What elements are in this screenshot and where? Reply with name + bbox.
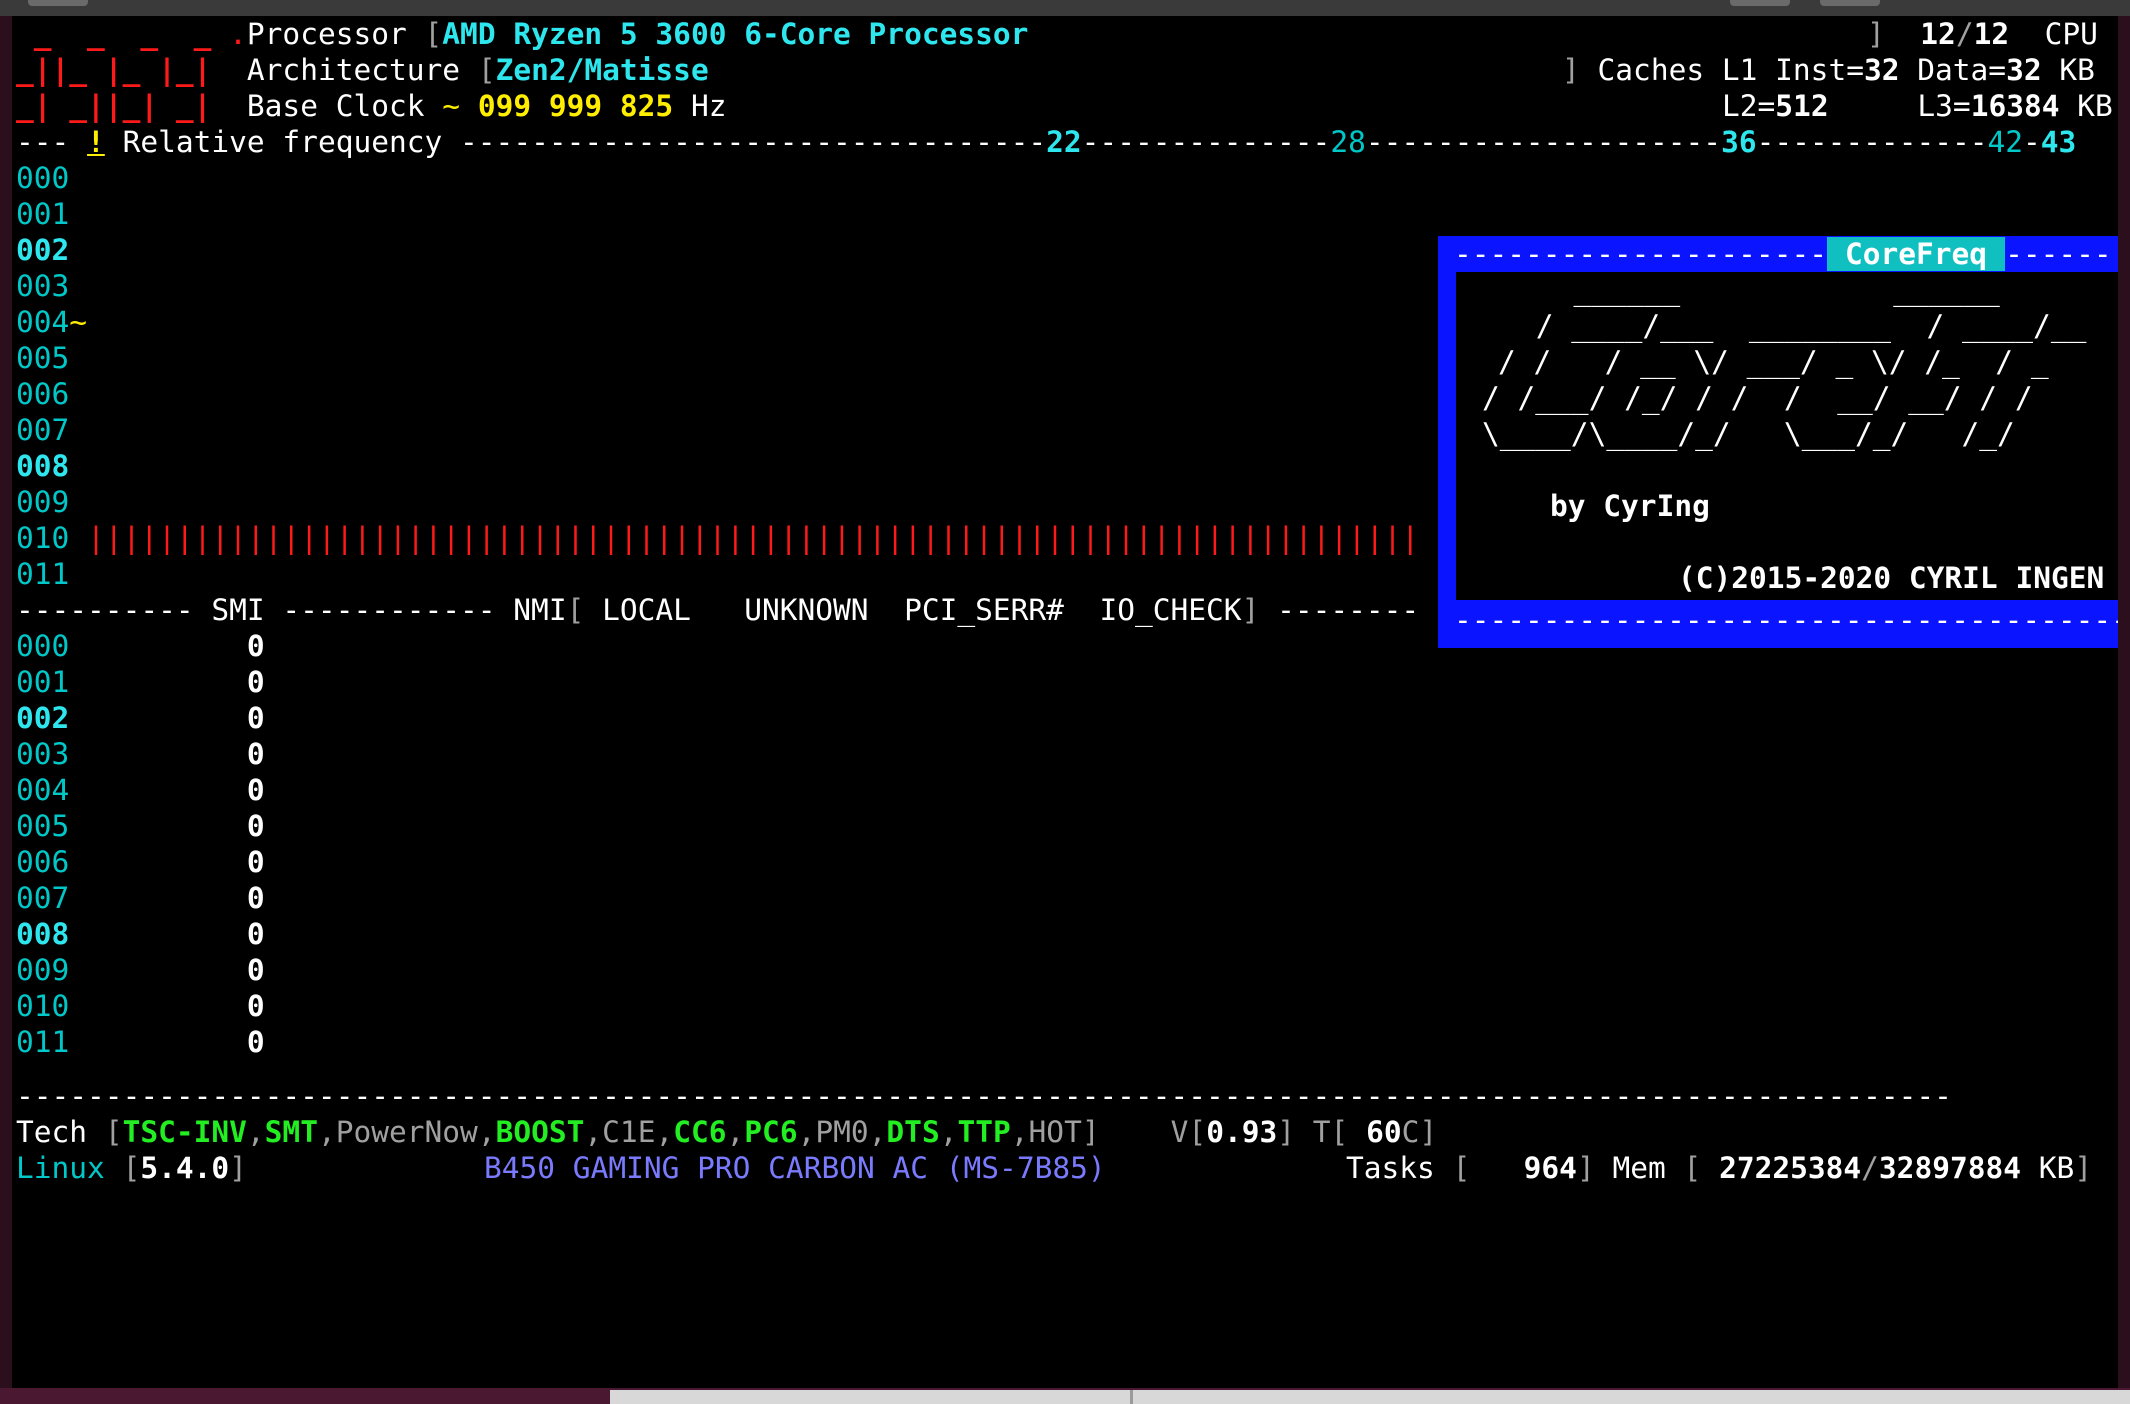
footer-separator: ----------------------------------------…	[16, 1079, 1952, 1113]
window-control[interactable]	[28, 0, 88, 6]
board-name: B450 GAMING PRO CARBON AC (MS-7B85)	[484, 1151, 1106, 1185]
terminal-window[interactable]: _ _ _ _ .Processor [AMD Ryzen 5 3600 6-C…	[12, 16, 2118, 1388]
freq-core-row: 002	[16, 233, 70, 267]
freq-core-row: 009	[16, 485, 70, 519]
window-control[interactable]	[1820, 0, 1880, 6]
smi-row: 007 0	[16, 881, 265, 915]
alert-icon[interactable]: !	[87, 125, 105, 159]
about-art: / / / __ \/ ___/ _ \/ /_ / _	[1498, 345, 2049, 379]
freq-core-row: 010 ||||||||||||||||||||||||||||||||||||…	[16, 520, 1430, 556]
base-clock-label: Base Clock	[246, 89, 425, 123]
l2-l3-cache-info: L2=512 L3=16384 KB	[1722, 89, 2113, 123]
header-row-base-clock: _| _||_| _| Base Clock ~ 099 999 825 Hz	[16, 89, 727, 123]
voltage-value: 0.93	[1206, 1115, 1278, 1149]
freq-core-row: 005	[16, 341, 70, 375]
base-clock-value: 099 999 825	[477, 89, 674, 123]
smi-row: 006 0	[16, 845, 265, 879]
smi-row: 011 0	[16, 1025, 265, 1059]
logo-row1: _ _ _ _	[16, 17, 230, 51]
tech-flag-ttp: TTP	[957, 1115, 1011, 1149]
tech-flags: TSC-INV,SMT,PowerNow,BOOST,C1E,CC6,PC6,P…	[122, 1115, 1082, 1149]
freq-core-row: 000	[16, 161, 70, 195]
freq-core-row: 008	[16, 449, 70, 483]
mem-total: 32897884	[1878, 1151, 2022, 1185]
tech-flag-hot: HOT	[1028, 1115, 1082, 1149]
freq-core-row: 006	[16, 377, 70, 411]
smi-row: 010 0	[16, 989, 265, 1023]
system-line: Linux [5.4.0]	[16, 1151, 247, 1185]
tech-line: Tech [TSC-INV,SMT,PowerNow,BOOST,C1E,CC6…	[16, 1115, 1438, 1149]
smi-row: 003 0	[16, 737, 265, 771]
tech-flag-dts: DTS	[886, 1115, 940, 1149]
mem-used: 27225384	[1719, 1151, 1862, 1185]
logo-row3: _| _||_| _|	[16, 89, 212, 123]
tech-flag-powernow: PowerNow	[335, 1115, 478, 1149]
tasks-mem-info: Tasks [ 964] Mem [ 27225384/32897884 KB]	[1346, 1151, 2093, 1185]
freq-core-row: 003	[16, 269, 70, 303]
tech-flag-pc6: PC6	[744, 1115, 798, 1149]
about-art: / /___/ /_/ / / / __/ __/ / /	[1482, 381, 2033, 415]
tasks-count: 964	[1523, 1151, 1577, 1185]
logo-row2: _||_ |_ |_|	[16, 53, 212, 87]
smi-header: ---------- SMI ------------ NMI[ LOCAL U…	[16, 593, 1420, 627]
architecture-value: Zen2/Matisse	[495, 53, 709, 87]
tech-flag-c1e: C1E	[602, 1115, 656, 1149]
processor-value: AMD Ryzen 5 3600 6-Core Processor	[442, 17, 1029, 51]
tech-flag-tsc-inv: TSC-INV	[122, 1115, 247, 1149]
about-art: \____/\____/_/ \___/_/ /_/	[1482, 417, 2015, 451]
tech-flag-pm0: PM0	[815, 1115, 869, 1149]
freq-core-row: 007	[16, 413, 70, 447]
cpu-count: ] 12/12 CPU	[1867, 17, 2098, 51]
smi-row: 004 0	[16, 773, 265, 807]
about-top-border: --------------------- CoreFreq ------	[1454, 237, 2112, 271]
about-art: / ____/___ ________ / ____/__	[1518, 309, 2087, 343]
tech-flag-cc6: CC6	[673, 1115, 727, 1149]
window-control[interactable]	[1730, 0, 1790, 6]
l1-cache-info: ] Caches L1 Inst=32 Data=32 KB	[1562, 53, 2095, 87]
processor-label: Processor	[246, 17, 407, 51]
kernel-version: 5.4.0	[140, 1151, 230, 1185]
smi-row: 009 0	[16, 953, 265, 987]
temperature-value: 60	[1366, 1115, 1402, 1149]
freq-core-row: 001	[16, 197, 70, 231]
about-art: ______ ______	[1538, 273, 2000, 307]
core-marker: ~	[69, 305, 88, 339]
smi-row: 005 0	[16, 809, 265, 843]
header-row-processor: _ _ _ _ .Processor [AMD Ryzen 5 3600 6-C…	[16, 17, 1029, 51]
smi-row: 002 0	[16, 701, 265, 735]
logo-dot: .	[229, 17, 247, 51]
desktop-top-bar	[0, 0, 2130, 16]
header-row-architecture: _||_ |_ |_| Architecture [Zen2/Matisse	[16, 53, 709, 87]
tech-flag-smt: SMT	[264, 1115, 318, 1149]
frequency-header: --- ! Relative frequency ---------------…	[16, 125, 2077, 159]
frequency-bar: ||||||||||||||||||||||||||||||||||||||||…	[87, 521, 1420, 555]
freq-core-row: 004~	[16, 305, 88, 339]
about-dialog[interactable]: --------------------- CoreFreq ------ ____…	[1438, 236, 2118, 648]
tech-flag-boost: BOOST	[495, 1115, 585, 1149]
smi-row: 008 0	[16, 917, 265, 951]
smi-row: 000 0	[16, 629, 265, 663]
about-copyright: (C)2015-2020 CYRIL INGEN	[1678, 561, 2105, 595]
freq-core-row: 011	[16, 557, 70, 591]
taskbar[interactable]	[610, 1390, 2130, 1404]
desktop-bottom-bar	[0, 1388, 2130, 1404]
taskbar-separator	[1130, 1390, 1133, 1404]
about-byline: by CyrIng	[1550, 489, 1710, 523]
smi-row: 001 0	[16, 665, 265, 699]
about-title: CoreFreq	[1826, 237, 2006, 271]
about-bottom-border: ----------------------------------------…	[1454, 603, 2118, 637]
architecture-label: Architecture	[246, 53, 461, 87]
